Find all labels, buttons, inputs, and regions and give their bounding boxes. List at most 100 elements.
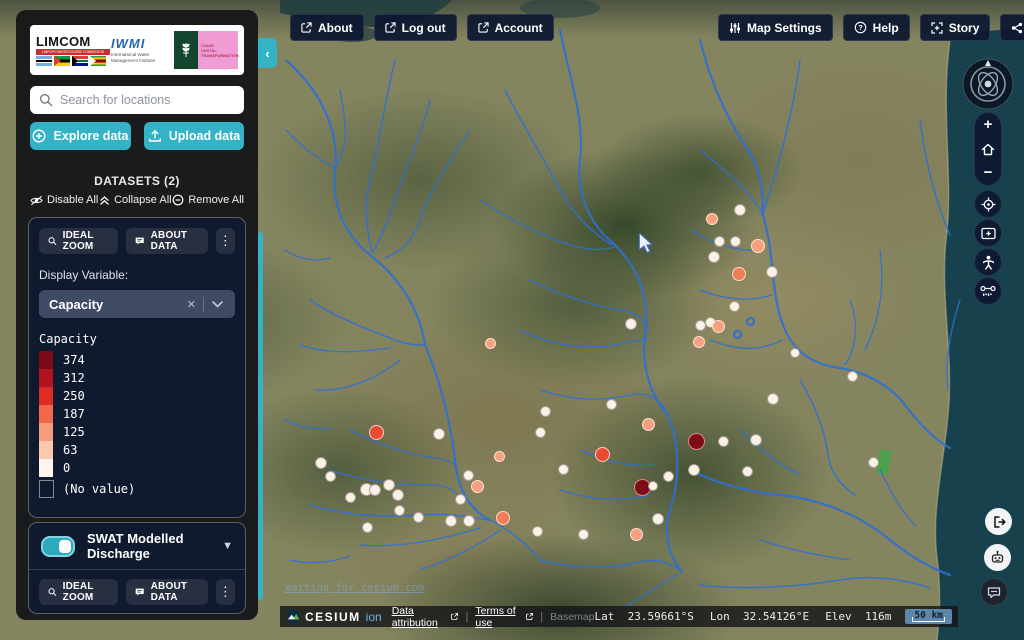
map-settings-button[interactable]: Map Settings <box>718 14 833 41</box>
ideal-zoom-button[interactable]: IDEAL ZOOM <box>39 579 118 605</box>
map-point[interactable] <box>345 492 356 503</box>
account-button[interactable]: Account <box>467 14 554 41</box>
map-point[interactable] <box>558 464 569 475</box>
external-link-icon <box>478 22 489 33</box>
map-point[interactable] <box>695 320 706 331</box>
map-point[interactable] <box>868 457 879 468</box>
caret-down-icon[interactable]: ▼ <box>222 540 233 552</box>
map-point[interactable] <box>746 317 755 326</box>
about-button[interactable]: About <box>290 14 364 41</box>
map-point[interactable] <box>433 428 445 440</box>
map-point[interactable] <box>648 481 658 491</box>
sidebar-scrollbar[interactable] <box>258 232 263 600</box>
sidebar-collapse-tab[interactable]: ‹ <box>258 38 277 68</box>
map-point[interactable] <box>642 418 655 431</box>
map-point[interactable] <box>595 447 610 462</box>
data-attribution-link[interactable]: Data attribution <box>392 605 459 629</box>
feedback-button[interactable] <box>980 578 1008 606</box>
map-point[interactable] <box>532 526 543 537</box>
map-point[interactable] <box>463 515 475 527</box>
map-point[interactable] <box>325 471 336 482</box>
map-point[interactable] <box>734 204 746 216</box>
map-point[interactable] <box>766 266 778 278</box>
map-point[interactable] <box>455 494 466 505</box>
toolbar-left: About Log out Account <box>290 14 554 41</box>
map-point[interactable] <box>742 466 753 477</box>
display-variable-select[interactable]: Capacity ✕ <box>39 290 235 318</box>
basemap-button[interactable]: Basemap <box>550 611 594 623</box>
map-point[interactable] <box>471 480 484 493</box>
exit-tool-button[interactable] <box>985 508 1012 535</box>
map-point[interactable] <box>718 436 729 447</box>
dataset-toggle[interactable] <box>41 536 75 557</box>
chevron-down-icon[interactable] <box>204 301 225 308</box>
map-point[interactable] <box>463 470 474 481</box>
map-point[interactable] <box>767 393 779 405</box>
clear-selection-icon[interactable]: ✕ <box>180 298 203 311</box>
map-point[interactable] <box>732 267 746 281</box>
map-point[interactable] <box>362 522 373 533</box>
map-point[interactable] <box>688 464 700 476</box>
search-input[interactable] <box>30 86 244 114</box>
share-print-button[interactable]: Share / Print <box>1000 14 1024 41</box>
terms-of-use-link[interactable]: Terms of use <box>475 605 533 629</box>
legend-row: 0 <box>39 459 235 477</box>
map-point[interactable] <box>445 515 457 527</box>
about-data-button[interactable]: ABOUT DATA <box>126 579 207 605</box>
map-point[interactable] <box>706 213 718 225</box>
map-point[interactable] <box>540 406 551 417</box>
explore-data-button[interactable]: Explore data <box>30 122 131 150</box>
circle-minus-icon <box>172 194 184 206</box>
collapse-all-button[interactable]: Collapse All <box>99 194 171 206</box>
map-point[interactable] <box>383 479 395 491</box>
map-point[interactable] <box>730 236 741 247</box>
map-point[interactable] <box>712 320 725 333</box>
map-point[interactable] <box>392 489 404 501</box>
zoom-in-button[interactable]: + <box>984 119 993 131</box>
map-point[interactable] <box>578 529 589 540</box>
map-point[interactable] <box>413 512 424 523</box>
zoom-out-button[interactable]: − <box>984 167 993 179</box>
map-point[interactable] <box>625 318 637 330</box>
map-point[interactable] <box>751 239 765 253</box>
map-point[interactable] <box>652 513 664 525</box>
measure-button[interactable] <box>974 277 1002 305</box>
compass-control[interactable] <box>962 58 1014 110</box>
map-point[interactable] <box>708 251 720 263</box>
about-data-button[interactable]: ABOUT DATA <box>126 228 207 254</box>
map-point[interactable] <box>790 348 800 358</box>
home-button[interactable] <box>981 143 995 156</box>
upload-data-button[interactable]: Upload data <box>144 122 244 150</box>
map-point[interactable] <box>630 528 643 541</box>
map-point[interactable] <box>750 434 762 446</box>
map-point[interactable] <box>485 338 496 349</box>
remove-all-button[interactable]: Remove All <box>172 194 244 206</box>
card-menu-button[interactable]: ⋮ <box>216 228 235 254</box>
map-point[interactable] <box>663 471 674 482</box>
map-point[interactable] <box>606 399 617 410</box>
map-point[interactable] <box>729 301 740 312</box>
map-point[interactable] <box>693 336 705 348</box>
locate-button[interactable] <box>974 190 1002 218</box>
map-point[interactable] <box>714 236 725 247</box>
card-menu-button[interactable]: ⋮ <box>216 579 235 605</box>
pedestrian-view-button[interactable] <box>974 248 1002 276</box>
map-point[interactable] <box>394 505 405 516</box>
map-point[interactable] <box>494 451 505 462</box>
chatbot-button[interactable] <box>984 544 1011 571</box>
map-point[interactable] <box>369 425 384 440</box>
disable-all-button[interactable]: Disable All <box>30 194 98 206</box>
map-point[interactable] <box>688 433 705 450</box>
ideal-zoom-button[interactable]: IDEAL ZOOM <box>39 228 118 254</box>
map-point[interactable] <box>847 371 858 382</box>
map-point[interactable] <box>315 457 327 469</box>
screenshot-button[interactable] <box>974 219 1002 247</box>
logout-button[interactable]: Log out <box>374 14 457 41</box>
map-point[interactable] <box>496 511 510 525</box>
cesium-ion-logo[interactable]: CESIUM ion <box>286 609 382 624</box>
map-point[interactable] <box>535 427 546 438</box>
story-button[interactable]: Story <box>920 14 991 41</box>
help-button[interactable]: ? Help <box>843 14 910 41</box>
map-point[interactable] <box>369 484 381 496</box>
map-point[interactable] <box>733 330 742 339</box>
